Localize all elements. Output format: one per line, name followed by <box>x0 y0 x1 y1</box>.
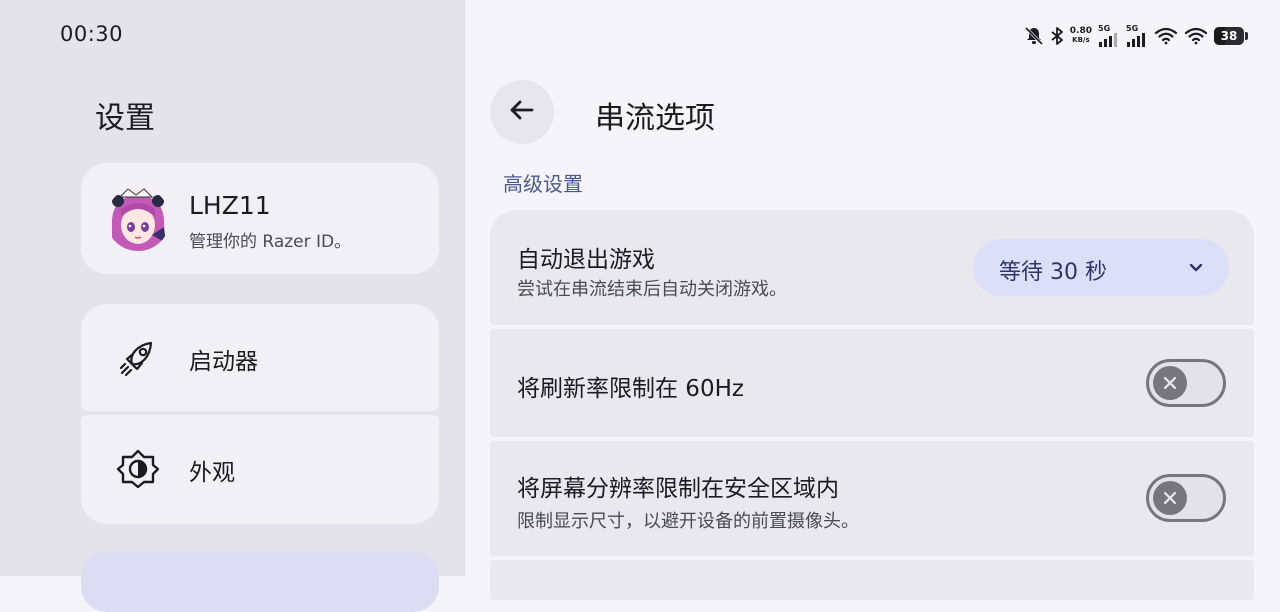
bluetooth-icon <box>1050 26 1064 46</box>
sidebar-item-label: 外观 <box>189 460 235 486</box>
page-title: 串流选项 <box>595 101 715 136</box>
setting-row-refresh-limit[interactable]: 将刷新率限制在 60Hz <box>490 329 1254 437</box>
close-icon <box>1153 366 1187 400</box>
wifi-icon <box>1154 26 1178 46</box>
sidebar-item-launcher[interactable]: 启动器 <box>81 304 439 411</box>
safe-area-toggle[interactable] <box>1146 474 1226 522</box>
sidebar-item-appearance[interactable]: 外观 <box>81 415 439 524</box>
profile-subtitle: 管理你的 Razer ID。 <box>189 232 352 252</box>
signal-icon: 5G <box>1098 24 1120 48</box>
profile-name: LHZ11 <box>189 191 271 220</box>
profile-card[interactable]: LHZ11 管理你的 Razer ID。 <box>81 163 439 274</box>
net-speed: 0.80 KB/s <box>1069 26 1092 45</box>
setting-subtitle: 限制显示尺寸，以避开设备的前置摄像头。 <box>517 511 859 532</box>
setting-row-auto-quit: 自动退出游戏 尝试在串流结束后自动关闭游戏。 等待 30 秒 <box>490 210 1254 325</box>
setting-row-safe-area[interactable]: 将屏幕分辨率限制在安全区域内 限制显示尺寸，以避开设备的前置摄像头。 <box>490 441 1254 556</box>
section-title: 高级设置 <box>503 172 583 196</box>
back-button[interactable] <box>490 80 554 144</box>
signal-icon: 5G <box>1126 24 1148 48</box>
sidebar-item-label: 启动器 <box>189 349 258 375</box>
setting-title: 将屏幕分辨率限制在安全区域内 <box>517 476 839 502</box>
battery-icon: 38 <box>1214 27 1244 45</box>
auto-quit-dropdown[interactable]: 等待 30 秒 <box>973 239 1229 296</box>
status-time: 00:30 <box>60 22 124 46</box>
dropdown-value: 等待 30 秒 <box>999 260 1107 285</box>
refresh-limit-toggle[interactable] <box>1146 359 1226 407</box>
brightness-icon <box>116 448 160 490</box>
chevron-down-icon <box>1187 259 1205 281</box>
setting-subtitle: 尝试在串流结束后自动关闭游戏。 <box>517 279 787 300</box>
avatar <box>106 187 170 251</box>
sidebar-item-selected[interactable] <box>81 552 439 612</box>
streaming-options-pane: 0.80 KB/s 5G 5G 38 串流选项 高级设置 自动退出游戏 尝试在串… <box>465 0 1280 600</box>
settings-sidebar: 00:30 设置 LHZ11 管理你的 Razer ID。 启动器 外观 <box>0 0 465 612</box>
setting-title: 将刷新率限制在 60Hz <box>517 376 744 402</box>
sidebar-title: 设置 <box>95 101 155 136</box>
setting-row-next[interactable] <box>490 560 1254 600</box>
arrow-left-icon <box>507 95 537 129</box>
rocket-icon <box>117 337 159 379</box>
wifi-icon <box>1184 26 1208 46</box>
close-icon <box>1153 481 1187 515</box>
bell-off-icon <box>1024 26 1044 46</box>
setting-title: 自动退出游戏 <box>517 247 655 273</box>
status-bar: 0.80 KB/s 5G 5G 38 <box>1024 22 1248 50</box>
